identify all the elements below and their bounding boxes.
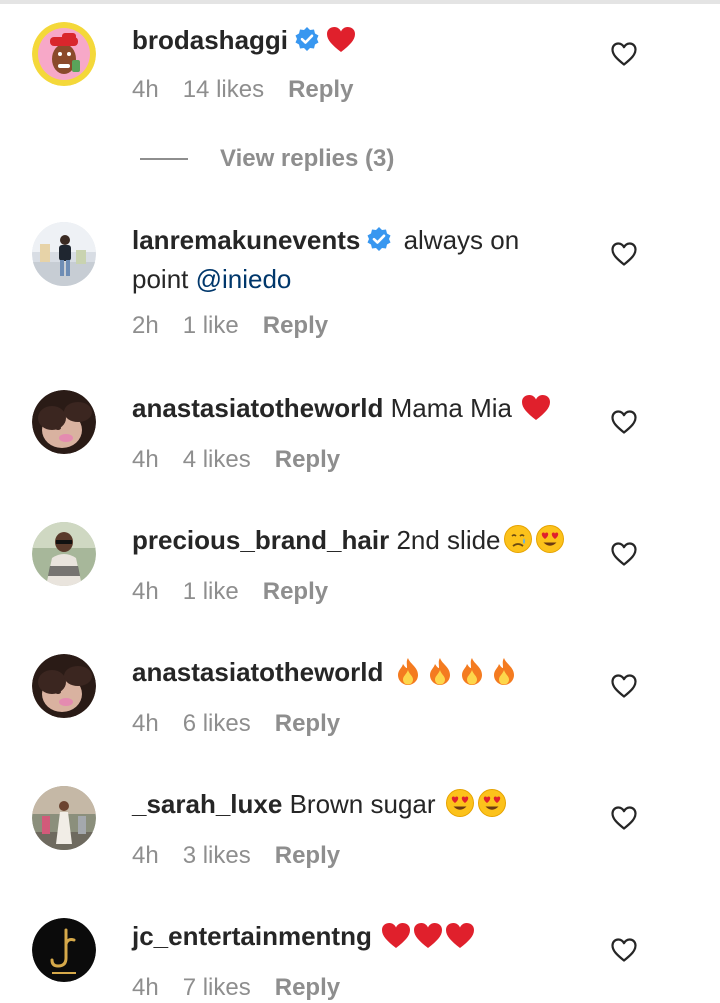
comment-likes-count[interactable]: 4 likes <box>183 445 251 475</box>
comment-likes-count[interactable]: 7 likes <box>183 973 251 1003</box>
red-heart-emoji <box>521 394 551 431</box>
reply-button[interactable]: Reply <box>288 75 353 105</box>
fire-emoji <box>489 656 519 695</box>
comment-meta: 4h 4 likes Reply <box>132 445 572 475</box>
comment-meta: 4h 3 likes Reply <box>132 841 572 871</box>
comment-meta: 4h 1 like Reply <box>132 577 572 607</box>
reply-button[interactable]: Reply <box>263 577 328 607</box>
reply-button[interactable]: Reply <box>275 841 340 871</box>
comment-text: jc_entertainmentng <box>132 918 572 959</box>
heart-eyes-emoji <box>535 524 565 563</box>
like-heart-icon[interactable] <box>610 936 638 964</box>
comment-likes-count[interactable]: 1 like <box>183 577 239 607</box>
comment-text: _sarah_luxe Brown sugar <box>132 786 572 827</box>
comment-message: Mama Mia <box>390 393 512 423</box>
comment-text: anastasiatotheworld <box>132 654 572 695</box>
fire-emoji <box>425 656 455 695</box>
comment-timestamp: 4h <box>132 974 159 1001</box>
avatar[interactable] <box>32 22 96 86</box>
comment-timestamp: 4h <box>132 76 159 103</box>
comment-username[interactable]: anastasiatotheworld <box>132 657 383 687</box>
avatar[interactable] <box>32 522 96 586</box>
reply-button[interactable]: Reply <box>263 311 328 341</box>
red-heart-emoji <box>381 922 411 959</box>
comment-meta: 4h 6 likes Reply <box>132 709 572 739</box>
comment-text: precious_brand_hair 2nd slide <box>132 522 572 563</box>
avatar[interactable] <box>32 654 96 718</box>
comment-text: lanremakunevents always on point @iniedo <box>132 222 572 297</box>
avatar[interactable] <box>32 390 96 454</box>
comment-username[interactable]: brodashaggi <box>132 25 288 55</box>
comment-meta: 2h 1 like Reply <box>132 311 572 341</box>
comment-username[interactable]: precious_brand_hair <box>132 525 389 555</box>
comment-message-continued: point <box>132 264 196 294</box>
comment-timestamp: 4h <box>132 710 159 737</box>
comment-message: 2nd slide <box>396 525 501 555</box>
view-replies-label: View replies (3) <box>220 145 395 172</box>
comment-timestamp: 4h <box>132 842 159 869</box>
comment-username[interactable]: anastasiatotheworld <box>132 393 383 423</box>
heart-eyes-emoji <box>477 788 507 827</box>
like-heart-icon[interactable] <box>610 240 638 268</box>
like-heart-icon[interactable] <box>610 40 638 68</box>
comment-meta: 4h 14 likes Reply <box>132 75 572 105</box>
comment-username[interactable]: jc_entertainmentng <box>132 921 372 951</box>
comment-timestamp: 4h <box>132 446 159 473</box>
comment-timestamp: 2h <box>132 312 159 339</box>
crying-face-emoji <box>503 524 533 563</box>
mention-link[interactable]: @iniedo <box>196 264 292 294</box>
comment-message: Brown sugar <box>289 789 436 819</box>
red-heart-emoji <box>445 922 475 959</box>
comment-meta: 4h 7 likes Reply <box>132 973 572 1003</box>
like-heart-icon[interactable] <box>610 408 638 436</box>
comment-feed: brodashaggi 4h 14 likes Reply View repli… <box>0 0 720 1001</box>
heart-eyes-emoji <box>445 788 475 827</box>
fire-emoji <box>393 656 423 695</box>
comment-likes-count[interactable]: 1 like <box>183 311 239 341</box>
comment-text: anastasiatotheworld Mama Mia <box>132 390 572 431</box>
comment-likes-count[interactable]: 6 likes <box>183 709 251 739</box>
comment-likes-count[interactable]: 14 likes <box>183 75 264 105</box>
comment-username[interactable]: lanremakunevents <box>132 225 360 255</box>
comment-likes-count[interactable]: 3 likes <box>183 841 251 871</box>
like-heart-icon[interactable] <box>610 804 638 832</box>
fire-emoji <box>457 656 487 695</box>
verified-badge-icon <box>294 25 320 61</box>
comment-timestamp: 4h <box>132 578 159 605</box>
red-heart-emoji <box>326 26 356 63</box>
avatar[interactable] <box>32 786 96 850</box>
avatar[interactable] <box>32 222 96 286</box>
red-heart-emoji <box>413 922 443 959</box>
reply-button[interactable]: Reply <box>275 445 340 475</box>
comment-message: always on <box>403 225 520 255</box>
like-heart-icon[interactable] <box>610 540 638 568</box>
verified-badge-icon <box>366 225 392 261</box>
comment-text: brodashaggi <box>132 22 572 63</box>
view-replies-button[interactable]: View replies (3) <box>140 142 394 176</box>
avatar[interactable] <box>32 918 96 982</box>
like-heart-icon[interactable] <box>610 672 638 700</box>
comment-username[interactable]: _sarah_luxe <box>132 789 282 819</box>
view-replies-line <box>140 158 188 160</box>
reply-button[interactable]: Reply <box>275 973 340 1003</box>
reply-button[interactable]: Reply <box>275 709 340 739</box>
